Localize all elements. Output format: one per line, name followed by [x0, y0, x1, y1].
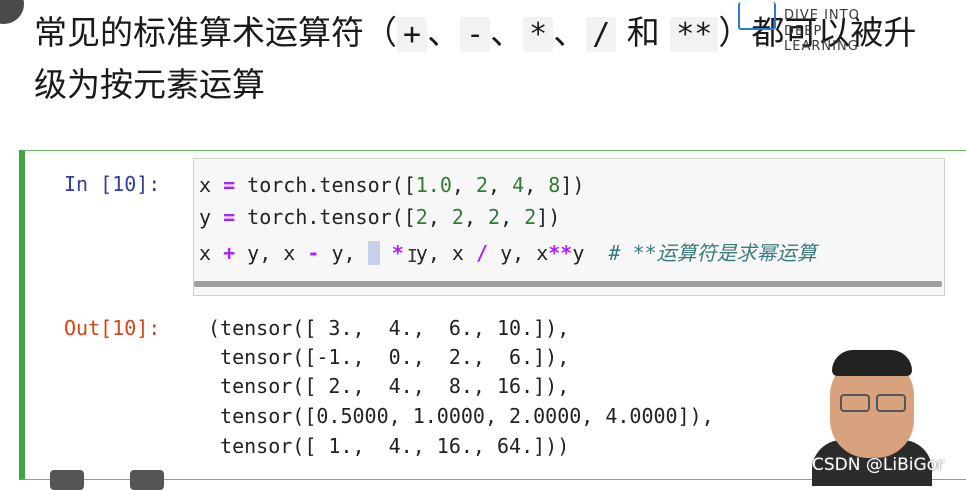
code-line-3: x + y, x - y, * y, x / y, x**y # **运算符是求…	[199, 241, 817, 265]
logo-icon	[738, 2, 776, 30]
horizontal-scrollbar[interactable]	[194, 281, 942, 287]
pen-icon[interactable]	[130, 470, 164, 490]
selection-highlight	[367, 241, 380, 265]
edit-icon[interactable]	[50, 470, 84, 490]
output-line: tensor([ 1., 4., 16., 64.]))	[208, 434, 570, 458]
code-line-2: y = torch.tensor([2, 2, 2, 2])	[199, 205, 561, 229]
divide-operator: /	[586, 17, 617, 52]
minus-operator: -	[460, 17, 491, 52]
plus-operator: +	[397, 17, 428, 52]
multiply-operator: *	[523, 17, 554, 52]
text-cursor-icon: I	[407, 246, 418, 267]
code-comment: # **运算符是求幂运算	[608, 241, 817, 265]
output-line: (tensor([ 3., 4., 6., 10.]),	[208, 316, 570, 340]
output-prompt: Out[10]:	[64, 316, 161, 340]
power-operator: **	[670, 17, 719, 52]
output-line: tensor([-1., 0., 2., 6.]),	[208, 345, 570, 369]
corner-badge	[0, 0, 24, 24]
code-line-1: x = torch.tensor([1.0, 2, 4, 8])	[199, 173, 585, 197]
watermark: CSDN @LiBiGor	[812, 455, 945, 475]
output-line: tensor([0.5000, 1.0000, 2.0000, 4.0000])…	[208, 404, 714, 428]
input-prompt: In [10]:	[64, 172, 161, 196]
code-editor[interactable]: x = torch.tensor([1.0, 2, 4, 8]) y = tor…	[193, 158, 945, 296]
d2l-logo: DIVE INTO DEEP LEARNING	[738, 2, 878, 54]
output-line: tensor([ 2., 4., 8., 16.]),	[208, 374, 570, 398]
